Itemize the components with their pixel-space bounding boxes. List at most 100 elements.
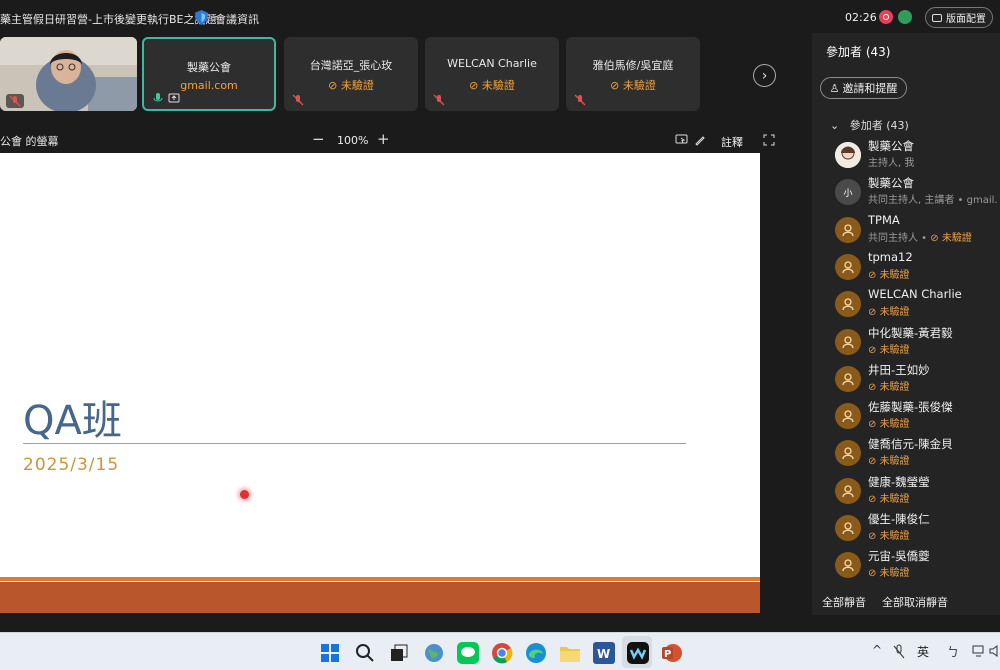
unverified-status: ⊘ 未驗證 [868, 493, 910, 505]
participant-name: tpma12 [868, 249, 913, 264]
ime-mode-icon[interactable]: ㄅ [947, 643, 959, 660]
speaker-icon[interactable] [989, 644, 1000, 658]
participant-name: 健喬信元-陳金貝 [868, 437, 953, 452]
avatar [835, 365, 861, 392]
self-video-tile[interactable] [0, 37, 137, 111]
participant-row[interactable]: 製藥公會主持人, 我 [835, 139, 1000, 178]
avatar [835, 328, 861, 355]
slide-footer-band [0, 582, 760, 613]
participant-row[interactable]: 佐藤製藥-張俊傑 ⊘ 未驗證 [835, 400, 1000, 439]
participant-row[interactable]: 健喬信元-陳金貝 ⊘ 未驗證 [835, 437, 1000, 476]
participant-row[interactable]: tpma12 ⊘ 未驗證 [835, 250, 1000, 290]
meeting-info-link[interactable]: 會議資訊 [215, 11, 259, 27]
participant-name: 元宙-吳僑夔 [868, 549, 930, 564]
annotate-button[interactable]: 註釋 [721, 134, 743, 150]
participant-role: ⊘ 未驗證 [868, 303, 910, 318]
layout-button[interactable]: 版面配置 [925, 7, 993, 28]
share-label: 公會 的螢幕 [0, 135, 59, 148]
tray-overflow-icon[interactable]: ^ [872, 643, 882, 657]
participant-row[interactable]: 元宙-吳僑夔 ⊘ 未驗證 [835, 549, 1000, 588]
avatar [835, 440, 861, 467]
participant-row[interactable]: 中化製藥-黃君毅 ⊘ 未驗證 [835, 326, 1000, 365]
webex-icon[interactable] [627, 642, 649, 664]
participant-row[interactable]: 井田-王如妙 ⊘ 未驗證 [835, 363, 1000, 402]
participant-tile-3[interactable]: WELCAN Charlie ⊘ 未驗證 [425, 37, 559, 111]
svg-text:W: W [597, 647, 610, 661]
unverified-status: ⊘ 未驗證 [868, 568, 910, 580]
muted-mic-icon [574, 94, 586, 106]
ime-indicator[interactable]: 英 [917, 643, 929, 660]
shield-icon[interactable] [194, 9, 209, 26]
participant-name: 健康-魏瑩瑩 [868, 474, 930, 489]
avatar [835, 142, 861, 168]
slide-divider [23, 443, 686, 444]
avatar [835, 253, 861, 280]
panel-title: 參加者 (43) [826, 45, 891, 59]
participant-tile-4[interactable]: 雅伯馬修/吳宜庭 ⊘ 未驗證 [566, 37, 700, 111]
chrome-icon[interactable] [491, 642, 513, 664]
next-tiles-button[interactable]: › [753, 64, 776, 87]
expand-icon[interactable] [763, 134, 775, 146]
unverified-status: ⊘ 未驗證 [868, 381, 910, 393]
remote-control-icon[interactable] [675, 134, 688, 146]
unverified-status: ⊘ 未驗證 [868, 307, 910, 319]
unverified-status: ⊘ 未驗證 [868, 456, 910, 468]
participant-tile-2[interactable]: 台灣諾亞_張心玫 ⊘ 未驗證 [284, 37, 418, 111]
edge-icon[interactable] [525, 642, 547, 664]
task-view-icon[interactable] [389, 643, 409, 663]
participant-role: 主持人, 我 [868, 158, 915, 169]
title-bar: 藥主管假日研習營-上市後變更執行BE之議題 會議資訊 [0, 0, 812, 36]
avatar [835, 216, 861, 243]
avatar [835, 515, 861, 541]
person-icon: ♙ [829, 81, 840, 95]
invite-button[interactable]: ♙ 邀請和提醒 [820, 77, 907, 99]
unmute-all-button[interactable]: 全部取消靜音 [882, 594, 948, 610]
svg-text:P: P [664, 649, 671, 660]
participant-role: 共同主持人, 主講者 • gmail. [868, 195, 998, 207]
mute-all-button[interactable]: 全部靜音 [822, 594, 866, 610]
powerpoint-icon[interactable]: P [661, 642, 683, 664]
muted-mic-icon [6, 94, 24, 108]
participant-row[interactable]: 健康-魏瑩瑩 ⊘ 未驗證 [835, 475, 1000, 514]
slide-band-line [0, 577, 760, 581]
participant-row[interactable]: 優生-陳俊仁 ⊘ 未驗證 [835, 512, 1000, 551]
zoom-in-button[interactable]: + [377, 130, 390, 148]
mic-icon [153, 93, 163, 102]
globe-app-icon[interactable] [423, 642, 445, 664]
invite-label: 邀請和提醒 [842, 82, 898, 95]
annotate-icon [695, 136, 705, 146]
participant-row[interactable]: 小製藥公會 共同主持人, 主講者 • gmail. [835, 176, 1000, 215]
tile-name: 製藥公會 [187, 61, 231, 74]
participant-row[interactable]: TPMA 共同主持人 • ⊘ 未驗證 [835, 213, 1000, 253]
word-icon[interactable]: W [593, 642, 615, 664]
participant-tile-1[interactable]: 製藥公會 gmail.com [142, 37, 276, 111]
participant-role: ⊘ 未驗證 [868, 452, 910, 467]
participant-name: TPMA [868, 212, 900, 227]
participant-role: ⊘ 未驗證 [868, 341, 910, 356]
tile-name: 雅伯馬修/吳宜庭 [592, 59, 674, 72]
recording-icon[interactable] [879, 10, 893, 24]
avatar [835, 291, 861, 318]
screen-share-icon [168, 93, 180, 103]
participant-row[interactable]: WELCAN Charlie ⊘ 未驗證 [835, 287, 1000, 327]
participant-section-toggle[interactable]: ⌄ 參加者 (43) [830, 117, 909, 133]
avatar [835, 477, 861, 504]
unverified-status: ⊘ 未驗證 [868, 419, 910, 431]
search-icon[interactable] [355, 643, 375, 663]
file-explorer-icon[interactable] [559, 643, 581, 663]
line-app-icon[interactable] [457, 642, 479, 664]
share-toolbar: 公會 的螢幕 − 100% + 註釋 [0, 128, 812, 152]
participant-role: ⊘ 未驗證 [868, 415, 910, 430]
windows-start-icon[interactable] [320, 643, 340, 663]
chevron-right-icon: › [761, 67, 768, 84]
zoom-out-button[interactable]: − [312, 130, 325, 148]
display-icon[interactable] [972, 644, 986, 658]
network-icon[interactable] [898, 10, 912, 24]
unverified-status: ⊘ 未驗證 [930, 232, 972, 244]
participant-name: 製藥公會 [868, 139, 914, 153]
tray-mic-muted-icon[interactable] [892, 644, 906, 660]
participant-name: 優生-陳俊仁 [868, 512, 930, 526]
participant-role: ⊘ 未驗證 [868, 527, 910, 542]
tile-status: ⊘ 未驗證 [469, 79, 515, 92]
unverified-status: ⊘ 未驗證 [868, 344, 910, 356]
